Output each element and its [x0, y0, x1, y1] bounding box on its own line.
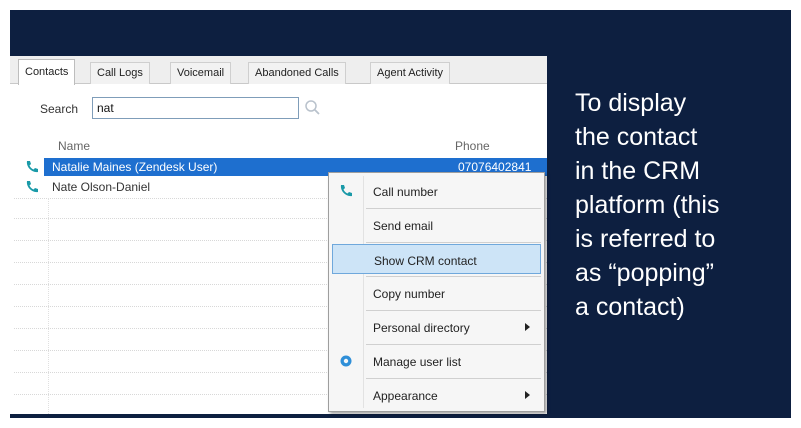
menu-item-show-crm-contact[interactable]: Show CRM contact: [332, 244, 541, 274]
menu-separator: [366, 344, 541, 345]
menu-item-copy-number[interactable]: Copy number: [332, 278, 541, 308]
menu-item-personal-directory[interactable]: Personal directory: [332, 312, 541, 342]
caption-line: in the CRM: [575, 157, 701, 185]
contact-name: Natalie Maines (Zendesk User): [52, 160, 218, 174]
menu-item-label: Call number: [373, 185, 438, 199]
caption-line: a contact): [575, 293, 685, 321]
menu-item-label: Show CRM contact: [374, 254, 477, 268]
contact-name: Nate Olson-Daniel: [52, 180, 151, 194]
grid-gutter-divider: [48, 198, 49, 414]
gear-icon: [338, 353, 354, 369]
column-header-name[interactable]: Name: [58, 139, 90, 153]
tab-bar: Contacts Call Logs Voicemail Abandoned C…: [10, 56, 547, 85]
menu-item-label: Send email: [373, 219, 434, 233]
menu-item-label: Personal directory: [373, 321, 470, 335]
search-input[interactable]: [92, 97, 299, 119]
submenu-arrow-icon: [525, 391, 530, 399]
caption-line: platform (this: [575, 191, 720, 219]
menu-separator: [366, 208, 541, 209]
menu-item-label: Copy number: [373, 287, 446, 301]
caption-line: as “popping”: [575, 259, 714, 287]
search-label: Search: [40, 102, 79, 116]
tab-call-logs[interactable]: Call Logs: [90, 62, 150, 84]
phone-icon: [24, 159, 40, 175]
caption-line: the contact: [575, 123, 698, 151]
menu-separator: [366, 242, 541, 243]
menu-item-label: Appearance: [373, 389, 438, 403]
menu-item-label: Manage user list: [373, 355, 462, 369]
search-icon[interactable]: [301, 97, 325, 119]
menu-separator: [366, 276, 541, 277]
tab-voicemail[interactable]: Voicemail: [170, 62, 232, 84]
caption-line: To display: [575, 89, 687, 117]
menu-separator: [366, 310, 541, 311]
menu-item-manage-user-list[interactable]: Manage user list: [332, 346, 541, 376]
menu-item-appearance[interactable]: Appearance: [332, 380, 541, 410]
phone-icon: [338, 183, 354, 199]
context-menu: Call number Send email Show CRM contact …: [328, 172, 545, 412]
caption-line: is referred to: [575, 225, 716, 253]
caption-text: To display the contact in the CRM platfo…: [575, 86, 785, 324]
menu-separator: [366, 378, 541, 379]
phone-icon: [24, 179, 40, 195]
submenu-arrow-icon: [525, 323, 530, 331]
tab-agent-activity[interactable]: Agent Activity: [370, 62, 451, 84]
menu-item-send-email[interactable]: Send email: [332, 210, 541, 240]
tab-contacts[interactable]: Contacts: [18, 59, 76, 85]
tab-abandoned-calls[interactable]: Abandoned Calls: [248, 62, 346, 84]
menu-item-call-number[interactable]: Call number: [332, 176, 541, 206]
column-header-phone[interactable]: Phone: [455, 139, 490, 153]
